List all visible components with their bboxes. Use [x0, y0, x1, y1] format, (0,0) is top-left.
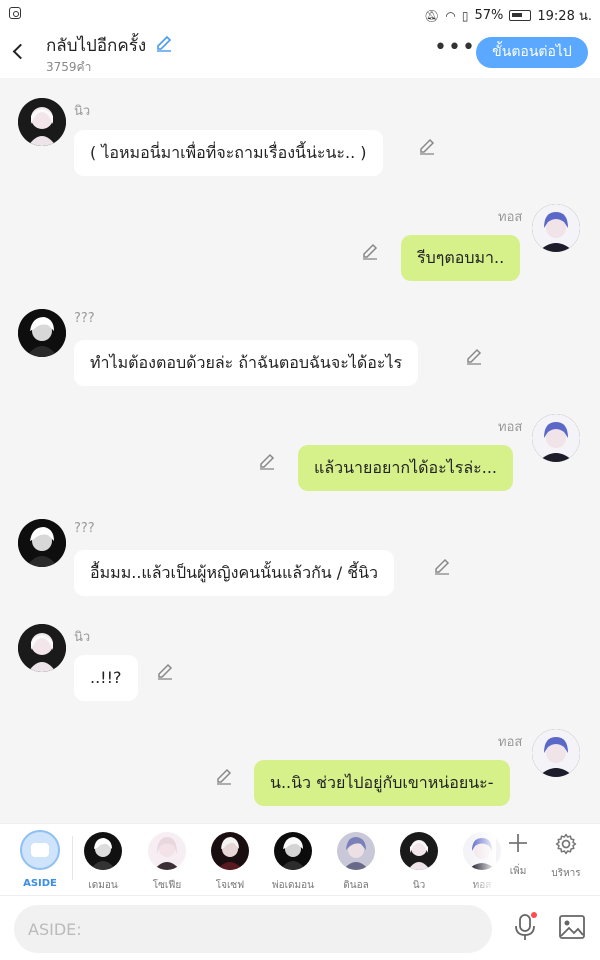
image-icon[interactable] — [558, 914, 586, 940]
message-bubble[interactable]: อื้มมม..แล้วเป็นผู้หญิงคนนั้นแล้วกัน / ช… — [74, 550, 395, 596]
avatar — [337, 832, 375, 870]
character-sophia[interactable]: โซเฟีย — [137, 832, 197, 893]
avatar — [148, 832, 186, 870]
back-icon[interactable] — [8, 38, 30, 64]
sim-icon: ▯ — [461, 8, 469, 23]
scroll-fade — [470, 824, 496, 896]
gear-icon — [555, 833, 577, 855]
instagram-icon — [9, 7, 21, 19]
avatar-unknown[interactable] — [18, 309, 66, 357]
avatar-niw[interactable] — [18, 624, 66, 672]
message-bubble[interactable]: ทำไมต้องตอบด้วยล่ะ ถ้าฉันตอบฉันจะได้อะไร — [74, 340, 419, 386]
more-options-icon[interactable]: ••• — [434, 37, 476, 59]
character-bar: ASIDE เดมอน โซเฟีย โจเซฟ พ่อเดมอน ดินอล … — [0, 823, 600, 896]
edit-message-icon[interactable] — [214, 767, 234, 787]
sender-name: ทอส — [498, 735, 523, 750]
avatar-tos[interactable] — [532, 414, 580, 462]
aside-label: ASIDE — [23, 878, 57, 889]
edit-message-icon[interactable] — [257, 452, 277, 472]
sender-name: ??? — [74, 521, 95, 536]
next-step-button[interactable]: ขั้นตอนต่อไป — [476, 37, 588, 68]
battery-icon — [509, 10, 532, 21]
message-bubble[interactable]: น..นิว ช่วยไปอยู่กับเขาหน่อยนะ- — [254, 760, 510, 806]
character-dinol[interactable]: ดินอล — [326, 832, 386, 893]
sender-name: นิว — [74, 104, 91, 119]
sender-name: ทอส — [498, 420, 523, 435]
microphone-icon[interactable] — [512, 912, 538, 942]
message-input[interactable] — [14, 905, 492, 953]
battery-percent: 57% — [474, 8, 504, 23]
avatar-niw[interactable] — [18, 98, 66, 146]
aside-tab[interactable]: ASIDE — [18, 830, 62, 889]
avatar — [84, 832, 122, 870]
message-bubble[interactable]: แล้วนายอยากได้อะไรล่ะ... — [298, 445, 513, 491]
character-label: พ่อเดมอน — [272, 880, 314, 891]
avatar — [400, 832, 438, 870]
avatar-unknown[interactable] — [18, 519, 66, 567]
edit-message-icon[interactable] — [360, 242, 380, 262]
chat-area[interactable]: นิว ( ไอหมอนี่มาเพื่อที่จะถามเรื่องนี้น่… — [0, 78, 600, 823]
plus-icon — [509, 834, 527, 852]
mute-icon: 🔕︎ — [424, 8, 440, 23]
status-bar: 🔕︎ ◠ ▯ 57% 19:28 น. — [0, 0, 600, 28]
sender-name: ทอส — [498, 210, 523, 225]
sender-name: ??? — [74, 311, 95, 326]
header: กลับไปอีกครั้ง 3759คำ ••• ขั้นตอนต่อไป — [0, 28, 600, 78]
character-label: นิว — [412, 880, 426, 891]
status-indicators: 🔕︎ ◠ ▯ 57% 19:28 น. — [424, 5, 592, 26]
message-bubble[interactable]: ..!!? — [74, 655, 138, 701]
edit-message-icon[interactable] — [432, 557, 452, 577]
input-bar — [0, 895, 600, 960]
avatar-tos[interactable] — [532, 729, 580, 777]
wifi-icon: ◠ — [445, 8, 456, 23]
clock: 19:28 น. — [537, 9, 592, 24]
chat-bubble-icon — [20, 830, 60, 870]
edit-message-icon[interactable] — [417, 137, 437, 157]
character-label: ดินอล — [343, 880, 369, 891]
avatar-tos[interactable] — [532, 204, 580, 252]
message-bubble[interactable]: รีบๆตอบมา.. — [401, 235, 521, 281]
character-damon-father[interactable]: พ่อเดมอน — [263, 832, 323, 893]
edit-message-icon[interactable] — [155, 662, 175, 682]
character-joseph[interactable]: โจเซฟ — [200, 832, 260, 893]
avatar — [211, 832, 249, 870]
manage-button[interactable]: บริหาร — [546, 832, 586, 881]
avatar — [274, 832, 312, 870]
edit-message-icon[interactable] — [464, 347, 484, 367]
add-character-button[interactable]: เพิ่ม — [498, 832, 538, 879]
manage-label: บริหาร — [551, 868, 581, 879]
character-label: เดมอน — [88, 880, 118, 891]
character-damon[interactable]: เดมอน — [73, 832, 133, 893]
character-label: โซเฟีย — [152, 880, 182, 891]
character-niw[interactable]: นิว — [389, 832, 449, 893]
word-count: 3759คำ — [46, 60, 92, 74]
edit-title-icon[interactable] — [154, 34, 174, 54]
add-label: เพิ่ม — [509, 866, 527, 877]
sender-name: นิว — [74, 630, 91, 645]
message-bubble[interactable]: ( ไอหมอนี่มาเพื่อที่จะถามเรื่องนี้น่ะนะ.… — [74, 130, 383, 176]
character-label: โจเซฟ — [215, 880, 245, 891]
page-title[interactable]: กลับไปอีกครั้ง — [46, 32, 146, 59]
